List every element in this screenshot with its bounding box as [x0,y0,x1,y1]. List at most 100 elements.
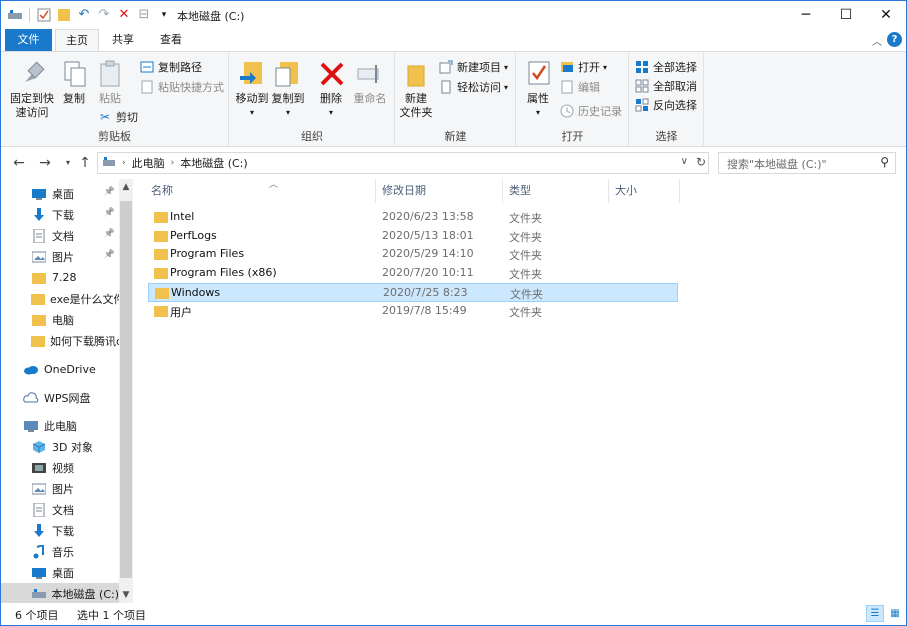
invert-selection-button[interactable]: 反向选择 [634,96,697,114]
column-size-label: 大小 [615,184,637,197]
move-to-button[interactable]: 移动到 ▾ [234,58,270,120]
help-icon[interactable]: ? [887,32,902,47]
pin-quick-access-button[interactable]: 固定到快 速访问 [7,58,57,120]
address-bar[interactable]: › 此电脑 › 本地磁盘 (C:) ∨ ↻ [97,152,709,174]
search-placeholder: 搜索"本地磁盘 (C:)" [727,158,827,171]
maximize-button[interactable]: ☐ [826,1,866,29]
tab-file[interactable]: 文件 [5,29,52,51]
scroll-up-arrow-icon[interactable]: ▲ [119,179,133,195]
copy-button[interactable]: 复制 [59,58,89,106]
properties-dropdown-icon: ▾ [535,108,540,117]
nav-item[interactable]: 本地磁盘 (C:) [1,583,119,603]
nav-item[interactable]: 桌面 [1,562,119,583]
file-type: 文件夹 [510,287,543,301]
back-arrow-icon[interactable]: ← [10,153,28,173]
column-header-name[interactable]: 名称 ︿ [145,179,376,203]
nav-item[interactable]: 下载 [1,520,119,541]
search-icon[interactable]: ⚲ [880,155,889,169]
easy-access-button[interactable]: 轻松访问 ▾ [438,78,508,96]
minimize-button[interactable]: ─ [786,1,826,29]
nav-item[interactable]: 文档 📌 [1,225,119,246]
file-row[interactable]: Program Files (x86) 2020/7/20 10:11 文件夹 [148,264,678,283]
nav-item[interactable]: 7.28 [1,267,119,288]
nav-item-label: 此电脑 [44,419,77,433]
up-arrow-icon[interactable]: ↑ [76,153,94,173]
nav-scrollbar[interactable]: ▲ ▼ [119,179,133,603]
details-view-icon[interactable]: ☰ [866,605,884,622]
file-date: 2020/5/13 18:01 [382,228,474,242]
edit-button[interactable]: 编辑 [559,78,600,96]
nav-item[interactable]: 图片 [1,478,119,499]
undo-icon[interactable]: ↶ [76,7,92,23]
new-group: 新建 文件夹 新建项目 ▾ 轻松访问 ▾ 新建 [396,52,516,147]
nav-item[interactable]: WPS网盘 [1,387,119,408]
nav-item[interactable]: OneDrive [1,359,119,380]
select-group: 全部选择 全部取消 反向选择 选择 [630,52,704,147]
redo-icon[interactable]: ↷ [96,7,112,23]
select-none-button[interactable]: 全部取消 [634,77,697,95]
tab-share[interactable]: 共享 [105,29,141,51]
select-all-button[interactable]: 全部选择 [634,58,697,76]
nav-item[interactable]: 音乐 [1,541,119,562]
history-button[interactable]: 历史记录 [559,102,622,120]
customize-qat-icon[interactable]: ▾ [156,7,172,23]
move-to-dropdown-icon: ▾ [249,108,254,117]
breadcrumb-this-pc[interactable]: 此电脑 [132,155,165,171]
file-row[interactable]: PerfLogs 2020/5/13 18:01 文件夹 [148,227,678,246]
collapse-ribbon-icon[interactable]: ︿ [872,33,882,48]
nav-item[interactable]: 图片 📌 [1,246,119,267]
open-dropdown-icon: ▾ [603,62,608,72]
folder-icon [31,334,45,348]
nav-item-label: 如何下载腾讯d [50,334,119,348]
copy-to-button[interactable]: 复制到 ▾ [270,58,306,120]
open-button[interactable]: 打开 ▾ [559,58,607,76]
recent-locations-icon[interactable]: ▾ [59,153,77,173]
nav-item[interactable]: 桌面 📌 [1,183,119,204]
nav-item[interactable]: 如何下载腾讯d [1,330,119,351]
quick-access-toolbar: ↶ ↷ ✕ ⊟ ▾ [7,6,172,24]
nav-item[interactable]: 此电脑 [1,415,119,436]
cut-button[interactable]: ✂ 剪切 [97,108,138,126]
scroll-thumb[interactable] [120,201,132,578]
rename-qat-icon[interactable]: ⊟ [136,7,152,23]
clipboard-group-label: 剪贴板 [98,130,131,143]
nav-item[interactable]: 电脑 [1,309,119,330]
delete-button[interactable]: 删除 ▾ [316,58,346,120]
nav-item[interactable]: exe是什么文件 [1,288,119,309]
large-icons-view-icon[interactable]: ▦ [886,605,904,622]
nav-item[interactable]: 视频 [1,457,119,478]
column-header-type[interactable]: 类型 [503,179,609,203]
new-folder-button[interactable]: 新建 文件夹 [398,58,434,120]
file-name: Windows [171,285,221,299]
tab-home[interactable]: 主页 [55,29,99,51]
file-row[interactable]: 用户 2019/7/8 15:49 文件夹 [148,302,678,321]
tab-view[interactable]: 查看 [151,29,191,51]
file-row[interactable]: Intel 2020/6/23 13:58 文件夹 [148,208,678,227]
close-button[interactable]: ✕ [866,1,906,29]
new-item-button[interactable]: 新建项目 ▾ [438,58,508,76]
column-header-size[interactable]: 大小 [609,179,680,203]
properties-button[interactable]: 属性 ▾ [523,58,553,120]
search-box[interactable]: 搜索"本地磁盘 (C:)" ⚲ [718,152,896,174]
copy-path-button[interactable]: 复制路径 [139,58,202,76]
file-row[interactable]: Windows 2020/7/25 8:23 文件夹 [148,282,678,302]
file-row[interactable]: Program Files 2020/5/29 14:10 文件夹 [148,245,678,264]
new-folder-qat-icon[interactable] [56,7,72,23]
properties-qat-icon[interactable] [36,7,52,23]
paste-shortcut-button[interactable]: 粘贴快捷方式 [139,78,224,96]
organize-group-label: 组织 [301,130,323,143]
nav-item[interactable]: 下载 📌 [1,204,119,225]
paste-shortcut-label: 粘贴快捷方式 [158,81,224,94]
window-controls: ─ ☐ ✕ [786,1,906,29]
rename-button[interactable]: 重命名 [350,58,390,106]
column-header-date[interactable]: 修改日期 [376,179,503,203]
refresh-icon[interactable]: ↻ [696,155,706,169]
breadcrumb-current[interactable]: 本地磁盘 (C:) [180,155,247,171]
paste-button[interactable]: 粘贴 [93,58,127,106]
address-dropdown-icon[interactable]: ∨ [681,156,688,167]
nav-item[interactable]: 3D 对象 [1,436,119,457]
scroll-down-arrow-icon[interactable]: ▼ [119,587,133,603]
forward-arrow-icon[interactable]: → [36,153,54,173]
nav-item[interactable]: 文档 [1,499,119,520]
delete-qat-icon[interactable]: ✕ [116,7,132,23]
